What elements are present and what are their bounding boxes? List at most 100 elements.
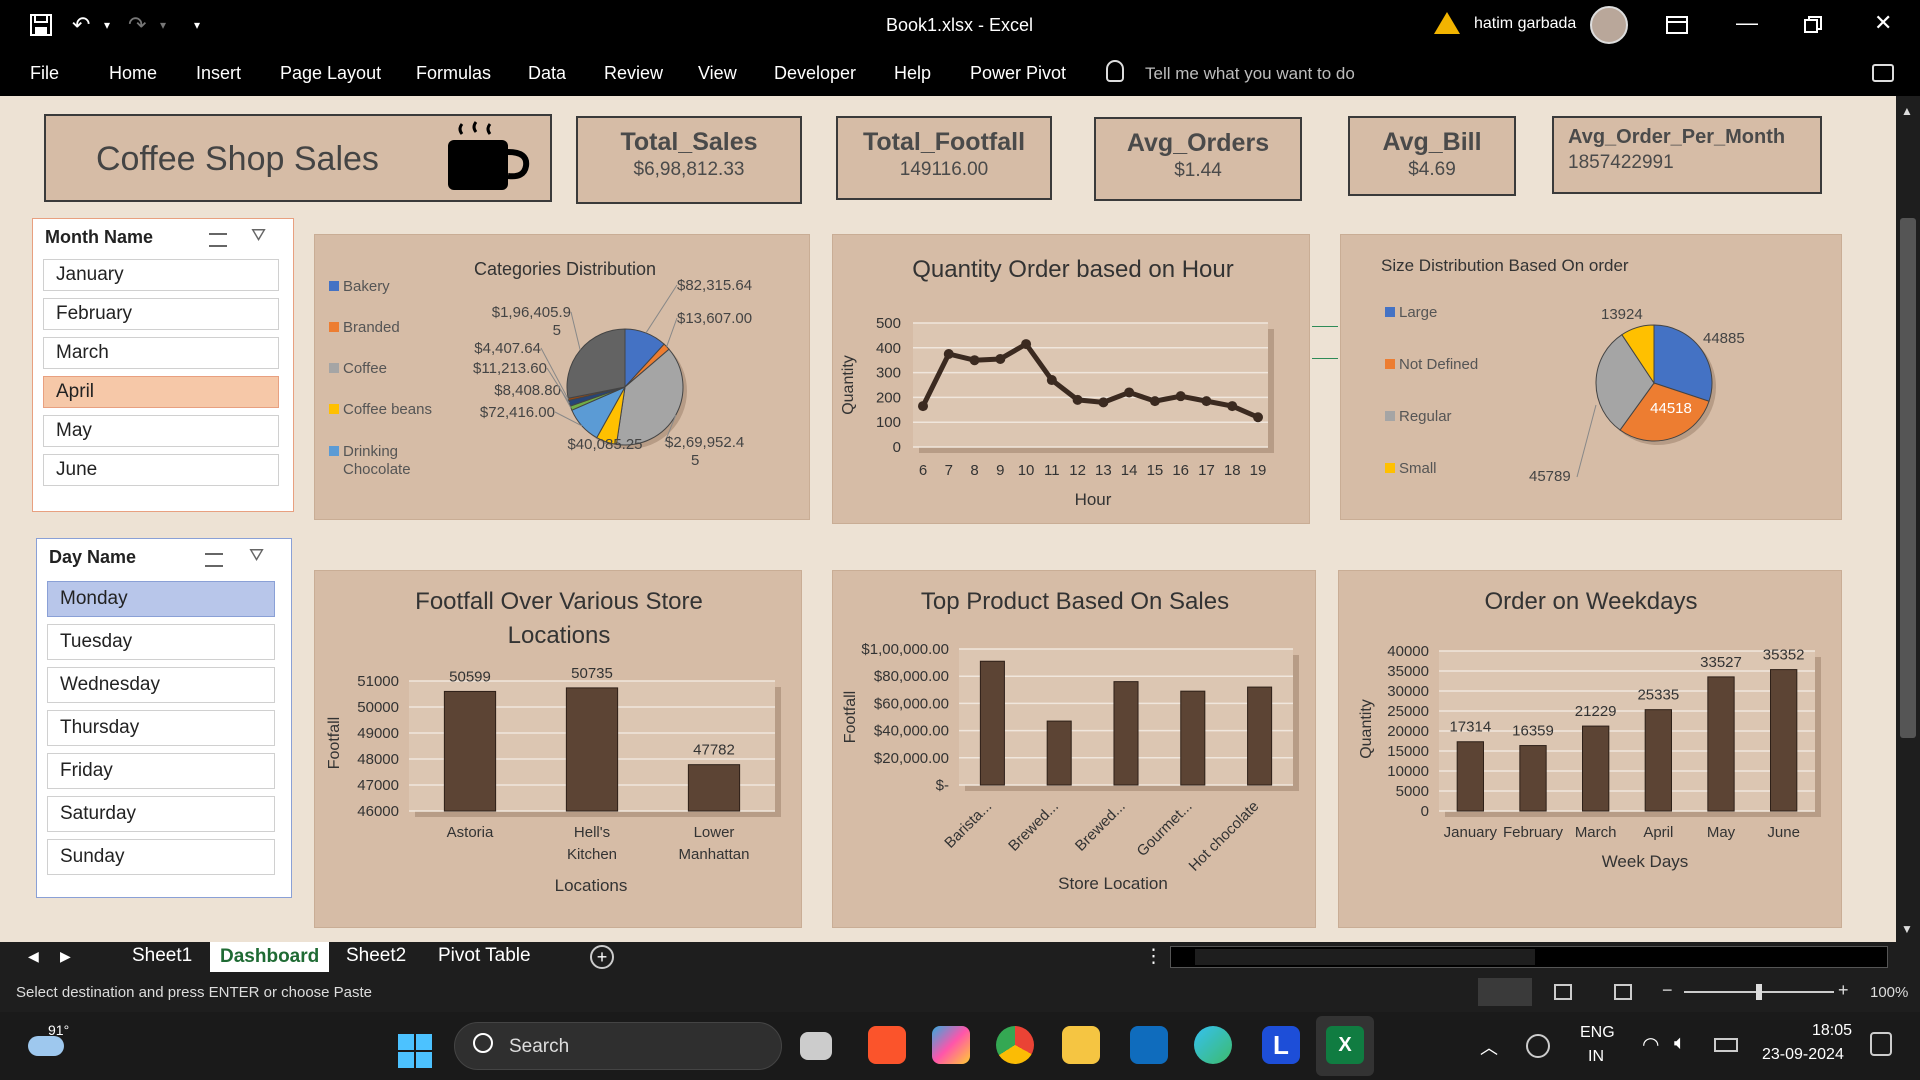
day-slicer[interactable]: Day Name ⛛ Monday Tuesday Wednesday Thur… bbox=[36, 538, 292, 898]
zoom-thumb[interactable] bbox=[1756, 984, 1762, 1000]
menu-page-layout[interactable]: Page Layout bbox=[280, 63, 381, 84]
excel-taskbar-active[interactable]: X bbox=[1316, 1016, 1374, 1076]
zoom-level[interactable]: 100% bbox=[1870, 984, 1908, 1001]
menu-formulas[interactable]: Formulas bbox=[416, 63, 491, 84]
clear-filter-icon[interactable]: ⛛ bbox=[251, 225, 266, 246]
slicer-item-february[interactable]: February bbox=[43, 298, 279, 330]
slicer-item-january[interactable]: January bbox=[43, 259, 279, 291]
tab-dashboard[interactable]: Dashboard bbox=[210, 942, 330, 972]
kpi-avg-orders[interactable]: Avg_Orders $1.44 bbox=[1094, 117, 1302, 201]
ribbon-display-icon[interactable] bbox=[1666, 16, 1688, 34]
chart-categories-distribution[interactable]: Categories Distribution Bakery Branded C… bbox=[314, 234, 810, 520]
menu-home[interactable]: Home bbox=[109, 63, 157, 84]
menu-developer[interactable]: Developer bbox=[774, 63, 856, 84]
chart-quantity-by-hour[interactable]: Quantity Order based on Hour 0 100 200 300 40… bbox=[832, 234, 1310, 524]
outlook-icon[interactable] bbox=[1130, 1026, 1168, 1064]
scroll-down-icon[interactable]: ▼ bbox=[1901, 922, 1913, 936]
edge-icon[interactable] bbox=[1194, 1026, 1232, 1064]
month-slicer[interactable]: Month Name ⛛ January February March Apri… bbox=[32, 218, 294, 512]
kpi-avg-order-per-month[interactable]: Avg_Order_Per_Month 1857422991 bbox=[1552, 116, 1822, 194]
clock-time[interactable]: 18:05 bbox=[1812, 1022, 1852, 1040]
task-view-icon[interactable] bbox=[800, 1032, 832, 1060]
vertical-scrollbar[interactable]: ▲ ▼ bbox=[1896, 96, 1920, 942]
redo-dropdown-icon[interactable]: ▾ bbox=[160, 18, 166, 32]
file-explorer-icon[interactable] bbox=[1062, 1026, 1100, 1064]
menu-file[interactable]: File bbox=[30, 63, 59, 84]
chart-footfall-locations[interactable]: Footfall Over Various Store Locations 4600… bbox=[314, 570, 802, 928]
kpi-total-footfall[interactable]: Total_Footfall 149116.00 bbox=[836, 116, 1052, 200]
menu-data[interactable]: Data bbox=[528, 63, 566, 84]
battery-icon[interactable] bbox=[1714, 1038, 1738, 1052]
chart-size-distribution[interactable]: Size Distribution Based On order Large Not… bbox=[1340, 234, 1842, 520]
brave-icon[interactable] bbox=[868, 1026, 906, 1064]
normal-view-icon[interactable] bbox=[1478, 978, 1532, 1006]
redo-icon[interactable]: ↷ bbox=[128, 12, 146, 38]
user-name[interactable]: hatim garbada bbox=[1474, 15, 1576, 33]
wifi-icon[interactable]: ◠ bbox=[1642, 1032, 1659, 1057]
clear-filter-icon[interactable]: ⛛ bbox=[249, 545, 264, 566]
slicer-item-april[interactable]: April bbox=[43, 376, 279, 408]
minimize-icon[interactable]: — bbox=[1736, 10, 1758, 36]
more-options-icon[interactable]: ⋮ bbox=[1144, 945, 1163, 968]
chart-order-weekdays[interactable]: Order on Weekdays 0 5000 10000 15000 20000 250… bbox=[1338, 570, 1842, 928]
zoom-out-icon[interactable]: − bbox=[1662, 980, 1673, 1001]
clock-date[interactable]: 23-09-2024 bbox=[1762, 1046, 1844, 1064]
comments-icon[interactable] bbox=[1872, 64, 1894, 82]
slicer-item-sunday[interactable]: Sunday bbox=[47, 839, 275, 875]
menu-view[interactable]: View bbox=[698, 63, 737, 84]
warning-icon[interactable] bbox=[1434, 12, 1460, 34]
weather-icon[interactable] bbox=[28, 1036, 64, 1056]
tab-scroll-right-icon[interactable]: ▶ bbox=[60, 948, 71, 965]
language-bottom[interactable]: IN bbox=[1588, 1048, 1604, 1066]
tab-pivot-table[interactable]: Pivot Table bbox=[438, 945, 531, 967]
menu-help[interactable]: Help bbox=[894, 63, 931, 84]
weather-temp[interactable]: 91° bbox=[48, 1022, 69, 1038]
save-icon[interactable] bbox=[30, 14, 52, 36]
menu-insert[interactable]: Insert bbox=[196, 63, 241, 84]
undo-icon[interactable]: ↶ bbox=[72, 12, 90, 38]
worksheet-grid[interactable]: Coffee Shop Sales Total_Sales $6,98,812.… bbox=[0, 96, 1896, 942]
slicer-item-may[interactable]: May bbox=[43, 415, 279, 447]
kpi-avg-bill[interactable]: Avg_Bill $4.69 bbox=[1348, 116, 1516, 196]
tab-sheet2[interactable]: Sheet2 bbox=[346, 945, 406, 967]
tray-chevron-icon[interactable]: ︿ bbox=[1480, 1034, 1498, 1060]
scroll-up-icon[interactable]: ▲ bbox=[1901, 104, 1913, 118]
zoom-in-icon[interactable]: + bbox=[1838, 980, 1849, 1001]
multi-select-icon[interactable] bbox=[209, 233, 227, 247]
menu-power-pivot[interactable]: Power Pivot bbox=[970, 63, 1066, 84]
customize-toolbar-icon[interactable]: ▾ bbox=[194, 18, 200, 32]
sync-icon[interactable] bbox=[1526, 1034, 1550, 1058]
slicer-item-thursday[interactable]: Thursday bbox=[47, 710, 275, 746]
slicer-item-tuesday[interactable]: Tuesday bbox=[47, 624, 275, 660]
taskbar-search[interactable]: Search bbox=[454, 1022, 782, 1070]
menu-review[interactable]: Review bbox=[604, 63, 663, 84]
slicer-item-march[interactable]: March bbox=[43, 337, 279, 369]
page-layout-view-icon[interactable] bbox=[1554, 984, 1572, 1000]
chart-top-product-sales[interactable]: Top Product Based On Sales $- $20,000.00 $4… bbox=[832, 570, 1316, 928]
app-l-icon[interactable]: L bbox=[1262, 1026, 1300, 1064]
dashboard-title-box[interactable]: Coffee Shop Sales bbox=[44, 114, 552, 202]
copilot-icon[interactable] bbox=[932, 1026, 970, 1064]
slicer-item-monday[interactable]: Monday bbox=[47, 581, 275, 617]
slicer-item-saturday[interactable]: Saturday bbox=[47, 796, 275, 832]
restore-icon[interactable] bbox=[1804, 16, 1822, 34]
tell-me-input[interactable]: Tell me what you want to do bbox=[1145, 64, 1355, 84]
avatar[interactable] bbox=[1590, 6, 1628, 44]
undo-dropdown-icon[interactable]: ▾ bbox=[104, 18, 110, 32]
multi-select-icon[interactable] bbox=[205, 553, 223, 567]
zoom-slider[interactable] bbox=[1684, 984, 1834, 1000]
scroll-thumb[interactable] bbox=[1900, 218, 1916, 738]
chrome-icon[interactable] bbox=[996, 1026, 1034, 1064]
tab-scroll-left-icon[interactable]: ◀ bbox=[28, 948, 39, 965]
language-top[interactable]: ENG bbox=[1580, 1024, 1615, 1042]
slicer-item-friday[interactable]: Friday bbox=[47, 753, 275, 789]
notification-icon[interactable] bbox=[1870, 1032, 1892, 1056]
tab-sheet1[interactable]: Sheet1 bbox=[132, 945, 192, 967]
horizontal-scrollbar[interactable] bbox=[1170, 946, 1888, 968]
slicer-item-wednesday[interactable]: Wednesday bbox=[47, 667, 275, 703]
kpi-total-sales[interactable]: Total_Sales $6,98,812.33 bbox=[576, 116, 802, 204]
add-sheet-icon[interactable]: + bbox=[590, 945, 614, 969]
close-icon[interactable]: ✕ bbox=[1874, 10, 1892, 36]
start-icon[interactable] bbox=[398, 1034, 432, 1068]
slicer-item-june[interactable]: June bbox=[43, 454, 279, 486]
